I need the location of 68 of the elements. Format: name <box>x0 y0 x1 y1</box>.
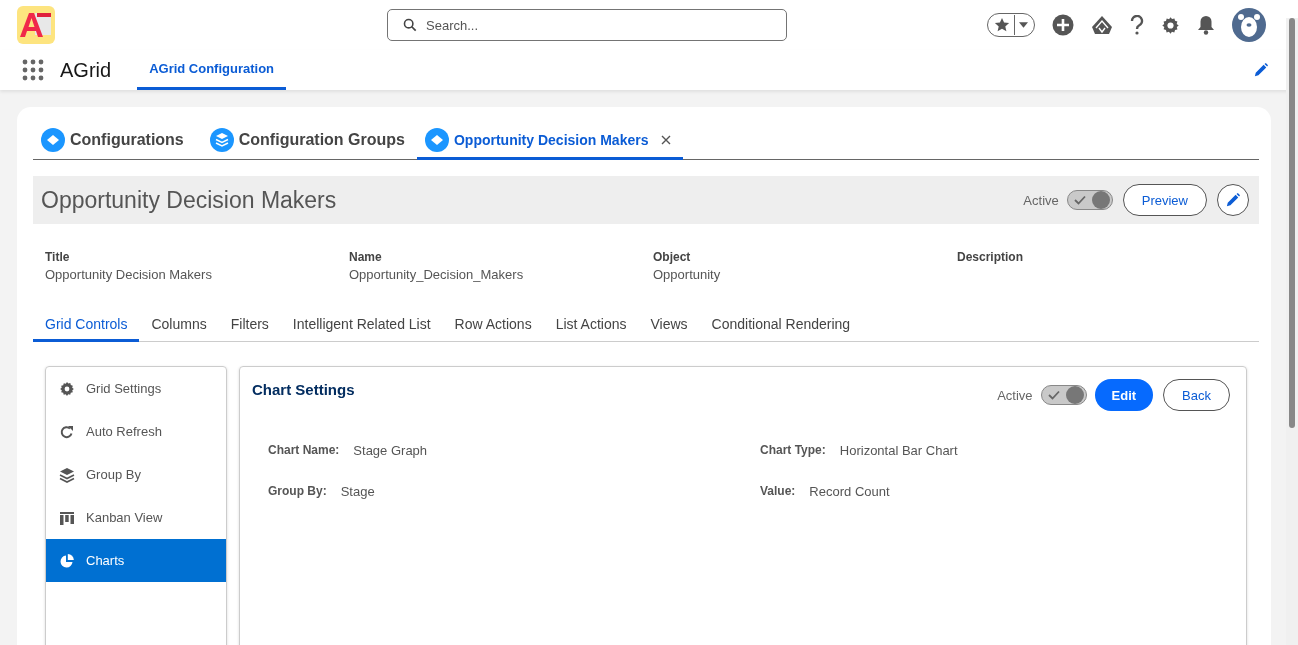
kanban-icon <box>59 509 75 526</box>
layers-icon <box>209 128 234 152</box>
field-label: Value: <box>760 484 796 499</box>
section-tab[interactable]: Grid Controls <box>33 308 140 342</box>
sidebar-item[interactable]: Auto Refresh <box>46 410 226 453</box>
add-icon[interactable] <box>1052 14 1074 36</box>
refresh-icon <box>59 423 75 440</box>
section-tab[interactable]: Filters <box>218 308 281 342</box>
workspace-tab[interactable]: Configurations <box>33 123 196 160</box>
edit-button[interactable]: Edit <box>1094 379 1154 411</box>
section-tab[interactable]: List Actions <box>543 308 639 342</box>
edit-icon <box>1226 193 1240 207</box>
field-value: Opportunity_Decision_Makers <box>349 267 525 282</box>
section-tab[interactable]: Views <box>638 308 700 342</box>
app-launcher-icon[interactable] <box>22 59 44 81</box>
field-label: Name <box>349 250 383 264</box>
section-tab[interactable]: Conditional Rendering <box>699 308 863 342</box>
layers-icon <box>59 466 75 483</box>
sidebar-item[interactable]: Kanban View <box>46 496 226 539</box>
panel-title: Chart Settings <box>252 381 355 398</box>
field-label: Description <box>957 250 1024 264</box>
active-toggle[interactable] <box>1066 190 1113 210</box>
field-value: Stage Graph <box>353 443 428 458</box>
gear-icon <box>59 380 75 397</box>
status-label: Active <box>1023 192 1059 208</box>
field-value: Horizontal Bar Chart <box>839 443 958 458</box>
close-icon[interactable] <box>661 135 672 145</box>
sidebar-item[interactable]: Group By <box>46 453 226 496</box>
sidebar-item[interactable]: Charts <box>46 539 226 582</box>
star-icon <box>994 17 1010 33</box>
avatar-icon[interactable] <box>1232 8 1266 42</box>
field-value: Opportunity <box>653 267 722 282</box>
field-value: Record Count <box>809 484 890 499</box>
object-icon <box>41 128 65 152</box>
section-tab[interactable]: Row Actions <box>442 308 544 342</box>
status-label: Active <box>997 387 1033 403</box>
edit-button[interactable] <box>1217 184 1249 216</box>
check-icon <box>1047 390 1060 400</box>
settings-icon[interactable] <box>1161 15 1180 35</box>
back-button[interactable]: Back <box>1163 379 1230 411</box>
nav-tab[interactable]: AGrid Configuration <box>137 50 287 90</box>
field-label: Chart Name: <box>268 443 340 458</box>
scrollbar[interactable] <box>1289 18 1295 428</box>
sidebar-item[interactable]: Grid Settings <box>46 367 226 410</box>
section-tab[interactable]: Intelligent Related List <box>280 308 443 342</box>
workspace-tab[interactable]: Configuration Groups <box>201 123 417 160</box>
workspace-tab[interactable]: Opportunity Decision Makers <box>416 123 684 160</box>
record-title: Opportunity Decision Makers <box>41 186 337 214</box>
search-field[interactable]: Search... <box>387 9 787 41</box>
pie-chart-icon <box>59 552 75 569</box>
edit-icon[interactable] <box>1254 63 1268 77</box>
field-label: Title <box>45 250 71 264</box>
field-label: Object <box>653 250 692 264</box>
caret-icon <box>1019 22 1028 28</box>
search-icon <box>403 18 417 32</box>
field-value: Opportunity Decision Makers <box>45 267 213 282</box>
app-logo-icon[interactable] <box>17 6 55 44</box>
field-label: Chart Type: <box>760 443 826 458</box>
notifications-icon[interactable] <box>1197 15 1215 35</box>
check-icon <box>1073 195 1086 205</box>
section-tab[interactable]: Columns <box>139 308 219 342</box>
preview-button[interactable]: Preview <box>1122 184 1207 216</box>
field-value: Stage <box>340 484 375 499</box>
field-label: Group By: <box>268 484 327 499</box>
active-toggle[interactable] <box>1040 385 1087 405</box>
app-name: AGrid <box>60 58 112 82</box>
help-icon[interactable] <box>1130 15 1144 35</box>
object-icon <box>424 128 449 152</box>
